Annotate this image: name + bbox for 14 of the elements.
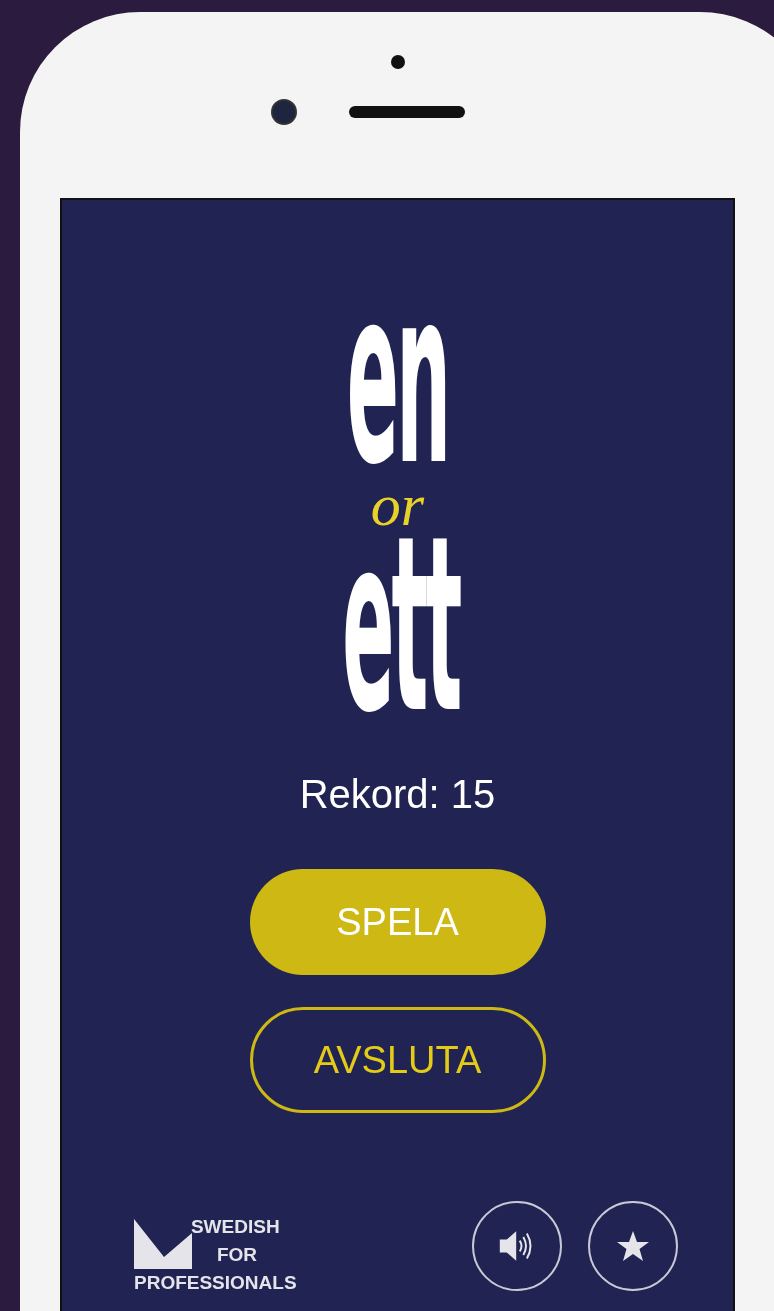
- favorites-button[interactable]: [588, 1201, 678, 1291]
- brand-text: SWEDISH: [190, 1215, 281, 1239]
- brand-logo-icon: [134, 1219, 192, 1269]
- quit-button[interactable]: AVSLUTA: [249, 1007, 546, 1113]
- brand-text: PROFESSIONALS: [134, 1271, 297, 1295]
- logo-word: or: [370, 482, 425, 528]
- record-score: Rekord: 15: [299, 772, 496, 817]
- sound-button[interactable]: [472, 1201, 562, 1291]
- logo-word: en: [346, 280, 449, 474]
- brand-text: FOR: [216, 1243, 259, 1267]
- camera-icon: [270, 99, 297, 125]
- sensor-dot: [390, 55, 405, 69]
- star-icon: [615, 1230, 651, 1262]
- logo-word: ett: [341, 528, 460, 722]
